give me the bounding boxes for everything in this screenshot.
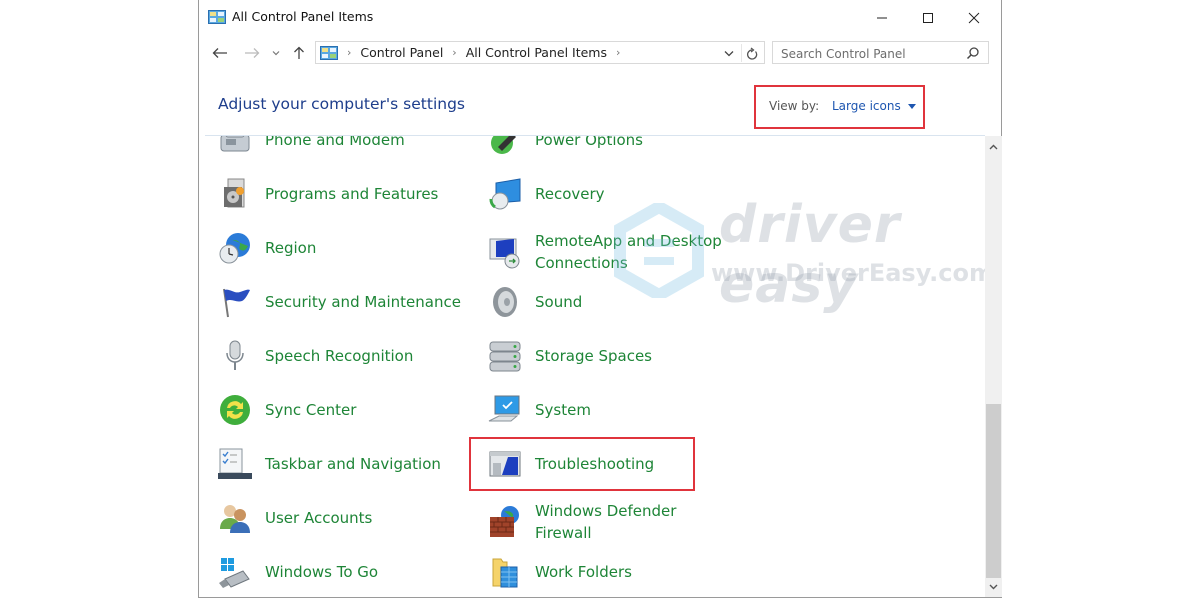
item-user-accounts[interactable]: User Accounts <box>217 500 372 536</box>
item-label: Programs and Features <box>265 185 439 203</box>
arrow-up-icon <box>294 46 304 59</box>
breadcrumb-all-items[interactable]: All Control Panel Items <box>466 45 607 60</box>
item-sound[interactable]: Sound <box>487 284 582 320</box>
computer-icon <box>487 392 523 428</box>
control-panel-window: All Control Panel Items › Control Panel … <box>198 0 1002 598</box>
scrollbar-thumb[interactable] <box>986 404 1001 578</box>
item-label: Taskbar and Navigation <box>265 455 441 473</box>
maximize-icon <box>923 13 933 23</box>
item-windows-to-go[interactable]: Windows To Go <box>217 554 378 590</box>
items-list: Phone and Modem Programs and Features Re… <box>199 136 985 596</box>
maximize-button[interactable] <box>905 4 951 32</box>
usb-drive-icon <box>217 554 253 590</box>
item-phone-and-modem[interactable]: Phone and Modem <box>217 136 405 158</box>
item-label: Region <box>265 239 317 257</box>
troubleshooting-icon <box>487 446 523 482</box>
control-panel-icon <box>320 45 338 60</box>
arrow-right-icon <box>245 48 260 58</box>
item-system[interactable]: System <box>487 392 591 428</box>
navigation-bar: › Control Panel › All Control Panel Item… <box>199 38 1001 68</box>
vertical-scrollbar[interactable] <box>985 136 1002 597</box>
work-folders-icon <box>487 554 523 590</box>
phone-modem-icon <box>217 136 253 158</box>
refresh-icon <box>747 46 758 60</box>
item-label: Sync Center <box>265 401 357 419</box>
caret-down-icon <box>907 103 916 109</box>
search-box[interactable] <box>772 41 989 64</box>
window-title: All Control Panel Items <box>232 9 374 24</box>
close-button[interactable] <box>951 4 997 32</box>
item-label: Sound <box>535 293 583 311</box>
view-by-value: Large icons <box>832 99 901 113</box>
forward-button[interactable] <box>241 42 263 64</box>
storage-icon <box>487 338 523 374</box>
chevron-up-icon <box>989 144 998 149</box>
view-by-label: View by: <box>769 99 820 113</box>
item-label: Phone and Modem <box>265 136 405 149</box>
item-label: RemoteApp and Desktop Connections <box>535 232 722 272</box>
item-programs-and-features[interactable]: Programs and Features <box>217 176 438 212</box>
remote-desktop-icon <box>487 234 523 270</box>
item-label: Windows Defender Firewall <box>535 502 677 542</box>
item-label: Recovery <box>535 185 605 203</box>
item-label: Security and Maintenance <box>265 293 461 311</box>
item-sync-center[interactable]: Sync Center <box>217 392 356 428</box>
title-bar: All Control Panel Items <box>199 0 1001 36</box>
item-label: System <box>535 401 591 419</box>
breadcrumb-separator[interactable]: › <box>347 46 351 59</box>
programs-features-icon <box>217 176 253 212</box>
item-remoteapp-and-desktop-connections[interactable]: RemoteApp and Desktop Connections <box>487 230 735 274</box>
up-button[interactable] <box>289 42 309 64</box>
scroll-down-button[interactable] <box>985 578 1002 595</box>
item-label: Power Options <box>535 136 643 149</box>
item-troubleshooting[interactable]: Troubleshooting <box>487 446 654 482</box>
users-icon <box>217 500 253 536</box>
search-icon[interactable] <box>966 46 980 60</box>
flag-icon <box>217 284 253 320</box>
chevron-down-icon <box>272 51 280 56</box>
item-windows-defender-firewall[interactable]: Windows Defender Firewall <box>487 500 735 544</box>
search-input[interactable] <box>779 44 963 63</box>
taskbar-icon <box>217 446 253 482</box>
address-history-button[interactable] <box>722 45 736 61</box>
item-power-options[interactable]: Power Options <box>487 136 643 158</box>
breadcrumb-separator[interactable]: › <box>452 46 456 59</box>
breadcrumb-control-panel[interactable]: Control Panel <box>360 45 443 60</box>
item-label: Windows To Go <box>265 563 379 581</box>
item-label: Work Folders <box>535 563 632 581</box>
item-label: Troubleshooting <box>535 455 655 473</box>
microphone-icon <box>217 338 253 374</box>
item-taskbar-and-navigation[interactable]: Taskbar and Navigation <box>217 446 441 482</box>
recent-locations-button[interactable] <box>269 42 283 64</box>
sync-icon <box>217 392 253 428</box>
arrow-left-icon <box>212 48 227 58</box>
recovery-icon <box>487 176 523 212</box>
item-speech-recognition[interactable]: Speech Recognition <box>217 338 413 374</box>
item-storage-spaces[interactable]: Storage Spaces <box>487 338 652 374</box>
chevron-down-icon <box>989 584 998 589</box>
page-title: Adjust your computer's settings <box>218 95 465 113</box>
item-label: Speech Recognition <box>265 347 414 365</box>
back-button[interactable] <box>209 42 231 64</box>
region-globe-clock-icon <box>217 230 253 266</box>
scroll-up-button[interactable] <box>985 138 1002 155</box>
item-recovery[interactable]: Recovery <box>487 176 605 212</box>
item-work-folders[interactable]: Work Folders <box>487 554 632 590</box>
view-by-dropdown[interactable]: Large icons <box>832 99 916 113</box>
close-icon <box>968 12 980 24</box>
breadcrumb-separator[interactable]: › <box>616 46 620 59</box>
control-panel-icon <box>208 10 226 24</box>
item-label: Storage Spaces <box>535 347 652 365</box>
item-security-and-maintenance[interactable]: Security and Maintenance <box>217 284 461 320</box>
refresh-button[interactable] <box>741 44 762 62</box>
item-label: User Accounts <box>265 509 373 527</box>
power-plug-icon <box>487 136 523 158</box>
minimize-icon <box>877 17 887 19</box>
item-region[interactable]: Region <box>217 230 316 266</box>
address-bar[interactable]: › Control Panel › All Control Panel Item… <box>315 41 765 64</box>
minimize-button[interactable] <box>859 4 905 32</box>
speaker-icon <box>487 284 523 320</box>
chevron-down-icon <box>724 50 734 56</box>
firewall-icon <box>487 504 523 540</box>
